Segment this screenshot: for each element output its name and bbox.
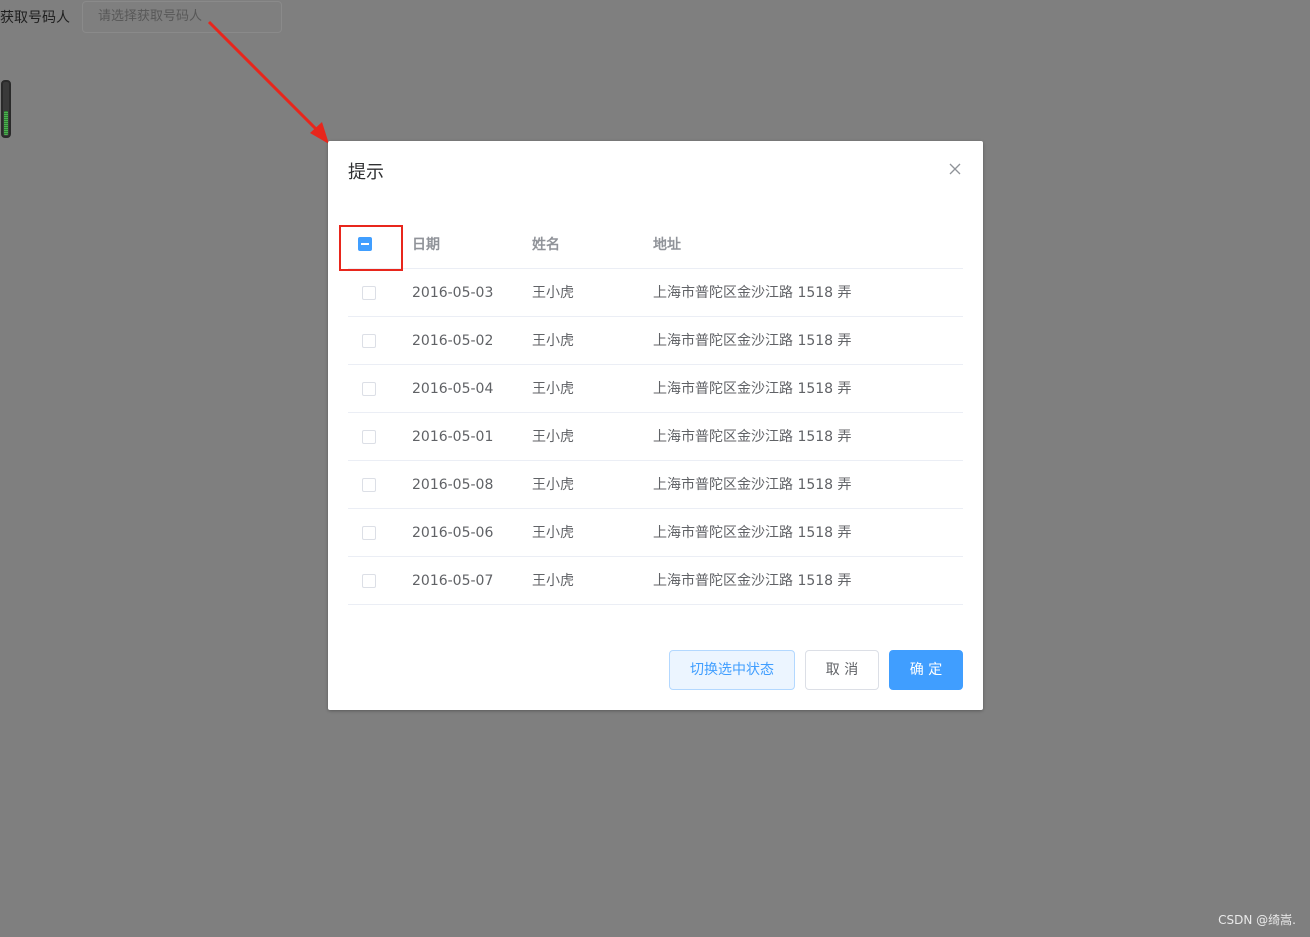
table-row[interactable]: 2016-05-04 王小虎 上海市普陀区金沙江路 1518 弄 xyxy=(348,365,963,413)
cell-date: 2016-05-02 xyxy=(412,333,494,349)
selection-table: 日期 姓名 地址 2016-05-03 王小虎 上海市普陀区金沙江路 1518 … xyxy=(339,221,963,605)
cell-name: 王小虎 xyxy=(532,477,574,493)
cell-name: 王小虎 xyxy=(532,573,574,589)
table-row[interactable]: 2016-05-02 王小虎 上海市普陀区金沙江路 1518 弄 xyxy=(348,317,963,365)
table-row[interactable]: 2016-05-07 王小虎 上海市普陀区金沙江路 1518 弄 xyxy=(348,557,963,605)
table-row[interactable]: 2016-05-03 王小虎 上海市普陀区金沙江路 1518 弄 xyxy=(348,269,963,317)
number-taker-select[interactable]: 请选择获取号码人 xyxy=(82,1,282,33)
row-checkbox[interactable] xyxy=(362,430,376,444)
cell-address: 上海市普陀区金沙江路 1518 弄 xyxy=(653,285,852,301)
cell-name: 王小虎 xyxy=(532,381,574,397)
table-row[interactable]: 2016-05-01 王小虎 上海市普陀区金沙江路 1518 弄 xyxy=(348,413,963,461)
table-header: 日期 姓名 地址 xyxy=(339,221,963,271)
row-checkbox[interactable] xyxy=(362,334,376,348)
cell-date: 2016-05-08 xyxy=(412,477,494,493)
table-row[interactable]: 2016-05-08 王小虎 上海市普陀区金沙江路 1518 弄 xyxy=(348,461,963,509)
prompt-dialog: 提示 日期 姓名 地址 2016-05-03 王小虎 上海市普陀区金沙江路 15… xyxy=(328,141,983,710)
cell-date: 2016-05-04 xyxy=(412,381,494,397)
cell-date: 2016-05-03 xyxy=(412,285,494,301)
header-address: 地址 xyxy=(653,237,681,253)
side-scrollbar[interactable] xyxy=(1,80,11,138)
cancel-button[interactable]: 取 消 xyxy=(805,650,879,690)
row-checkbox[interactable] xyxy=(362,478,376,492)
dialog-title: 提示 xyxy=(348,162,384,183)
cell-address: 上海市普陀区金沙江路 1518 弄 xyxy=(653,333,852,349)
cell-address: 上海市普陀区金沙江路 1518 弄 xyxy=(653,573,852,589)
cell-date: 2016-05-07 xyxy=(412,573,494,589)
cell-name: 王小虎 xyxy=(532,525,574,541)
close-icon[interactable] xyxy=(947,161,963,177)
cell-address: 上海市普陀区金沙江路 1518 弄 xyxy=(653,477,852,493)
toggle-selection-button[interactable]: 切换选中状态 xyxy=(669,650,795,690)
cell-name: 王小虎 xyxy=(532,333,574,349)
select-all-checkbox[interactable] xyxy=(358,237,372,251)
confirm-button[interactable]: 确 定 xyxy=(889,650,963,690)
cell-date: 2016-05-06 xyxy=(412,525,494,541)
cell-address: 上海市普陀区金沙江路 1518 弄 xyxy=(653,525,852,541)
row-checkbox[interactable] xyxy=(362,382,376,396)
row-checkbox[interactable] xyxy=(362,286,376,300)
scrollbar-thumb[interactable] xyxy=(4,111,8,135)
header-date: 日期 xyxy=(412,237,440,253)
cell-address: 上海市普陀区金沙江路 1518 弄 xyxy=(653,429,852,445)
cell-name: 王小虎 xyxy=(532,285,574,301)
cell-name: 王小虎 xyxy=(532,429,574,445)
cell-date: 2016-05-01 xyxy=(412,429,494,445)
row-checkbox[interactable] xyxy=(362,526,376,540)
cell-address: 上海市普陀区金沙江路 1518 弄 xyxy=(653,381,852,397)
watermark: CSDN @绮嵩. xyxy=(1218,913,1296,927)
table-row[interactable]: 2016-05-06 王小虎 上海市普陀区金沙江路 1518 弄 xyxy=(348,509,963,557)
form-label: 获取号码人 xyxy=(0,10,70,26)
header-name: 姓名 xyxy=(532,237,560,253)
row-checkbox[interactable] xyxy=(362,574,376,588)
